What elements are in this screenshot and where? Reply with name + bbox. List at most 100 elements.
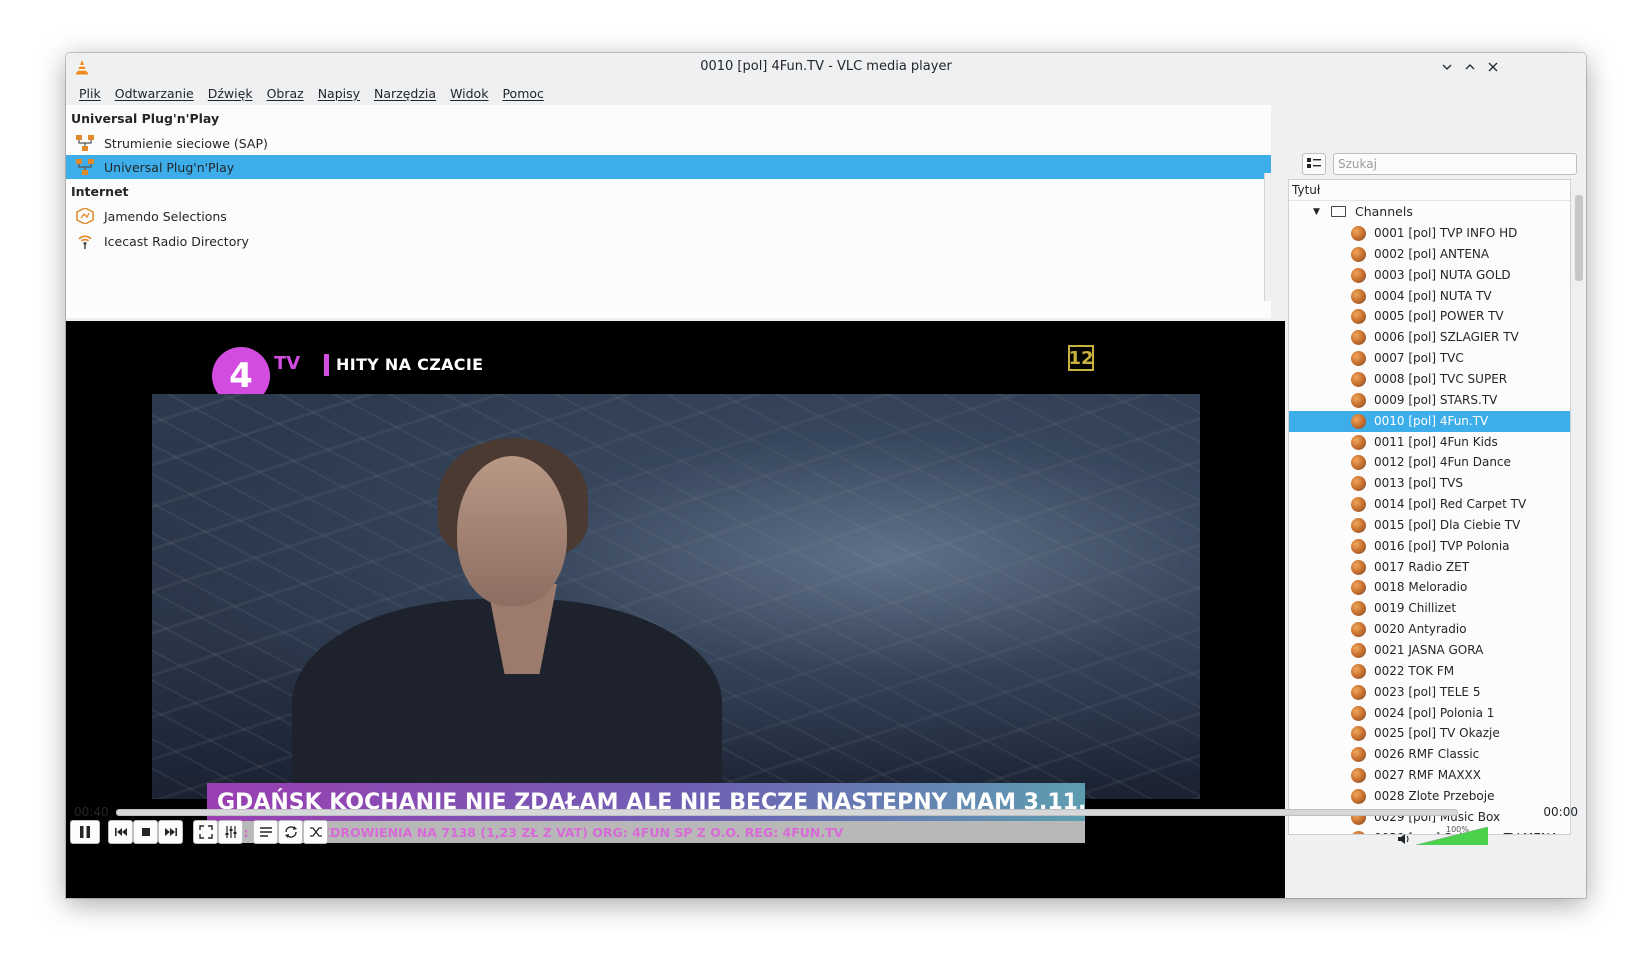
menu-plik[interactable]: Plik [72, 86, 108, 101]
playlist-item[interactable]: 0006 [pol] SZLAGIER TV [1289, 327, 1570, 348]
globe-icon [1351, 392, 1366, 408]
service-item-icecast[interactable]: Icecast Radio Directory [66, 229, 1271, 253]
service-item-jamendo[interactable]: Jamendo Selections [66, 204, 1271, 228]
playlist-item[interactable]: 0005 [pol] POWER TV [1289, 306, 1570, 327]
menu-widok[interactable]: Widok [443, 86, 495, 101]
shuffle-icon [309, 827, 322, 837]
loop-icon [284, 826, 297, 838]
playlist-item[interactable]: 0007 [pol] TVC [1289, 348, 1570, 369]
playlist-item-label: 0009 [pol] STARS.TV [1374, 392, 1498, 407]
playlist-item-label: 0014 [pol] Red Carpet TV [1374, 497, 1527, 512]
playlist-item-label: 0020 Antyradio [1374, 622, 1467, 637]
minimize-button[interactable] [1438, 58, 1456, 76]
globe-icon [1351, 330, 1366, 346]
playlist-item-label: 0021 JASNA GORA [1374, 643, 1484, 657]
menu-bar: Plik Odtwarzanie Dźwięk Obraz Napisy Nar… [66, 81, 1586, 105]
playlist-item[interactable]: 0028 Zlote Przeboje [1289, 786, 1570, 807]
fullscreen-button[interactable] [193, 820, 218, 844]
playlist-item[interactable]: 0020 Antyradio [1289, 619, 1570, 640]
menu-narzedzia[interactable]: Narzędzia [367, 86, 443, 101]
column-header-title[interactable]: Tytuł [1289, 180, 1570, 201]
playlist-item[interactable]: 0013 [pol] TVS [1289, 473, 1570, 494]
playlist-item[interactable]: 0014 [pol] Red Carpet TV [1289, 494, 1570, 515]
pause-button[interactable] [70, 820, 100, 844]
playlist-item-label: 0001 [pol] TVP INFO HD [1374, 226, 1518, 240]
loop-button[interactable] [278, 820, 303, 844]
playlist-item[interactable]: 0024 [pol] Polonia 1 [1289, 703, 1570, 724]
speaker-icon[interactable] [1397, 833, 1411, 845]
playlist-folder-channels[interactable]: ▼ Channels [1289, 202, 1570, 222]
menu-napisy[interactable]: Napisy [311, 86, 367, 101]
playlist-item[interactable]: 0023 [pol] TELE 5 [1289, 682, 1570, 703]
shuffle-button[interactable] [303, 820, 328, 844]
globe-icon [1351, 226, 1366, 241]
services-scrollbar[interactable] [1264, 173, 1277, 301]
playlist-item[interactable]: 0025 [pol] TV Okazje [1289, 723, 1570, 744]
age-rating-badge: 12 [1068, 345, 1094, 371]
expand-arrow-icon[interactable]: ▼ [1313, 202, 1320, 222]
list-view-icon [1307, 158, 1321, 168]
extended-settings-button[interactable] [218, 820, 243, 844]
globe-icon [1351, 788, 1366, 804]
playlist-item-label: 0013 [pol] TVS [1374, 476, 1463, 491]
playlist-item[interactable]: 0026 RMF Classic [1289, 744, 1570, 765]
playlist-item[interactable]: 0017 Radio ZET [1289, 557, 1570, 578]
playlist-item[interactable]: 0004 [pol] NUTA TV [1289, 286, 1570, 307]
video-frame [152, 394, 1200, 829]
playlist-item[interactable]: 0018 Meloradio [1289, 577, 1570, 598]
chevron-up-icon [1465, 64, 1475, 70]
globe-icon [1351, 517, 1366, 533]
seek-slider[interactable] [116, 809, 1458, 816]
playlist-icon [259, 827, 272, 837]
playlist-item-label: 0027 RMF MAXXX [1374, 768, 1481, 783]
scrollbar-thumb[interactable] [1575, 195, 1583, 281]
globe-icon [1351, 663, 1366, 679]
jamendo-icon [76, 208, 94, 224]
playlist-scrollbar[interactable] [1573, 179, 1586, 835]
playlist-toggle-button[interactable] [253, 820, 278, 844]
service-item-upnp[interactable]: Universal Plug'n'Play [66, 155, 1271, 179]
playlist-item[interactable]: 0022 TOK FM [1289, 661, 1570, 682]
stop-button[interactable] [133, 820, 158, 844]
equalizer-icon [225, 826, 236, 838]
maximize-button[interactable] [1461, 58, 1479, 76]
volume-slider[interactable] [1416, 827, 1488, 845]
menu-odtwarzanie[interactable]: Odtwarzanie [108, 86, 201, 101]
playlist-item[interactable]: 0019 Chillizet [1289, 598, 1570, 619]
playlist-item[interactable]: 0001 [pol] TVP INFO HD [1289, 223, 1570, 244]
playlist-item[interactable]: 0011 [pol] 4Fun Kids [1289, 432, 1570, 453]
close-icon [1488, 62, 1498, 72]
menu-pomoc[interactable]: Pomoc [495, 86, 550, 101]
service-item-sap[interactable]: Strumienie sieciowe (SAP) [66, 131, 1271, 155]
playlist-item[interactable]: 0016 [pol] TVP Polonia [1289, 536, 1570, 557]
globe-icon [1351, 246, 1366, 262]
globe-icon [1351, 351, 1366, 367]
playlist-item-label: 0005 [pol] POWER TV [1374, 309, 1504, 324]
menu-obraz[interactable]: Obraz [260, 86, 311, 101]
globe-icon [1351, 580, 1366, 596]
menu-dzwiek[interactable]: Dźwięk [201, 86, 260, 101]
playlist-item[interactable]: 0015 [pol] Dla Ciebie TV [1289, 515, 1570, 536]
playlist-item-label: 0022 TOK FM [1374, 663, 1455, 678]
channel-logo-suffix: TV [274, 353, 301, 374]
playlist-item[interactable]: 0009 [pol] STARS.TV [1289, 390, 1570, 411]
close-button[interactable] [1484, 58, 1502, 76]
service-label: Jamendo Selections [104, 209, 227, 224]
playlist-item[interactable]: 0012 [pol] 4Fun Dance [1289, 452, 1570, 473]
playlist-item[interactable]: 0008 [pol] TVC SUPER [1289, 369, 1570, 390]
playlist-item[interactable]: 0021 JASNA GORA [1289, 640, 1570, 661]
playlist-item[interactable]: 0010 [pol] 4Fun.TV [1289, 410, 1570, 432]
globe-icon [1351, 371, 1366, 387]
video-figure-head [457, 456, 567, 606]
playlist-view-button[interactable] [1302, 153, 1326, 175]
title-bar[interactable]: 0010 [pol] 4Fun.TV - VLC media player [66, 53, 1586, 81]
globe-icon [1351, 559, 1366, 575]
pause-icon [80, 826, 90, 838]
next-button[interactable] [158, 820, 183, 844]
playlist-search-input[interactable]: Szukaj [1333, 153, 1577, 175]
previous-button[interactable] [108, 820, 133, 844]
playlist-item[interactable]: 0003 [pol] NUTA GOLD [1289, 265, 1570, 286]
playlist-item[interactable]: 0002 [pol] ANTENA [1289, 244, 1570, 265]
playlist-item[interactable]: 0027 RMF MAXXX [1289, 765, 1570, 786]
playlist-item-label: 0007 [pol] TVC [1374, 351, 1464, 366]
